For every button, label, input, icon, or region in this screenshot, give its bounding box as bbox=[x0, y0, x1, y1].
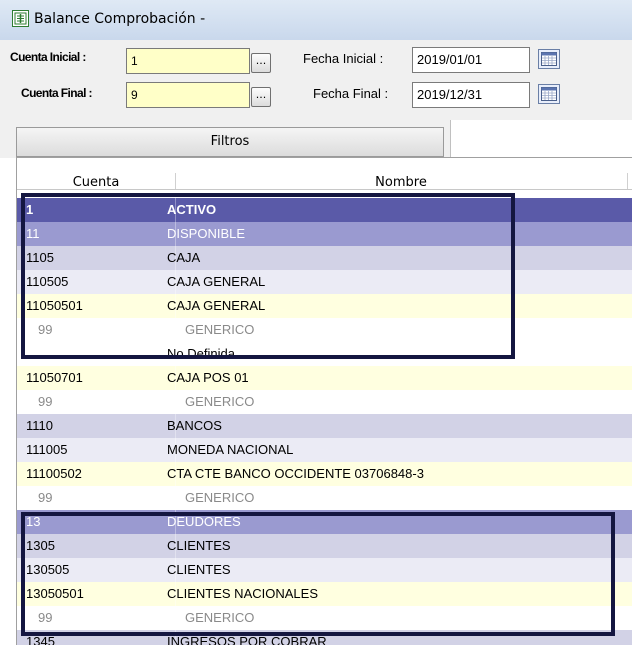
cell-cuenta: 99 bbox=[38, 322, 53, 337]
table-row[interactable]: 99 GENERICO bbox=[17, 486, 632, 510]
cuenta-final-label: Cuenta Final : bbox=[21, 86, 93, 100]
cell-cuenta: 1110 bbox=[26, 418, 53, 433]
fecha-final-calendar-icon[interactable] bbox=[538, 84, 560, 104]
table-row[interactable]: 1345 INGRESOS POR COBRAR bbox=[17, 630, 632, 645]
cell-cuenta: 130505 bbox=[26, 562, 70, 577]
table-row[interactable]: 1105 CAJA bbox=[17, 246, 632, 270]
cell-cuenta: 11050701 bbox=[26, 370, 83, 385]
table-row[interactable]: No Definida bbox=[17, 342, 632, 366]
column-separator[interactable] bbox=[627, 173, 628, 189]
table-row[interactable]: 11100502 CTA CTE BANCO OCCIDENTE 03706848… bbox=[17, 462, 632, 486]
cell-nombre: MONEDA NACIONAL bbox=[167, 442, 294, 457]
cell-nombre: CAJA POS 01 bbox=[167, 370, 249, 385]
cell-cuenta: 13 bbox=[26, 514, 41, 529]
tab-content-area bbox=[450, 120, 632, 158]
cell-nombre: No Definida bbox=[167, 346, 235, 361]
fecha-inicial-label: Fecha Inicial : bbox=[303, 51, 384, 66]
cell-nombre: GENERICO bbox=[185, 322, 255, 337]
cell-nombre: GENERICO bbox=[185, 490, 255, 505]
table-row[interactable]: 99 GENERICO bbox=[17, 318, 632, 342]
cell-nombre: CLIENTES bbox=[167, 538, 231, 553]
cell-cuenta: 11050501 bbox=[26, 298, 83, 313]
cell-cuenta: 99 bbox=[38, 610, 53, 625]
table-row[interactable]: 1110 BANCOS bbox=[17, 414, 632, 438]
cell-nombre: CLIENTES bbox=[167, 562, 231, 577]
title-bar: Balance Comprobación - bbox=[0, 0, 632, 40]
fecha-final-field[interactable]: 2019/12/31 bbox=[412, 82, 530, 108]
table-row[interactable]: 99 GENERICO bbox=[17, 390, 632, 414]
cell-nombre: CAJA GENERAL bbox=[167, 274, 266, 289]
cuenta-inicial-label: Cuenta Inicial : bbox=[10, 50, 86, 64]
cell-nombre: CAJA GENERAL bbox=[167, 298, 266, 313]
table-row[interactable]: 130505 CLIENTES bbox=[17, 558, 632, 582]
table-row[interactable]: 11 DISPONIBLE bbox=[17, 222, 632, 246]
cell-cuenta: 11100502 bbox=[26, 466, 82, 481]
tab-strip: Filtros bbox=[0, 120, 632, 158]
table-row[interactable]: 1 ACTIVO bbox=[17, 198, 632, 222]
table-row[interactable]: 11050701 CAJA POS 01 bbox=[17, 366, 632, 390]
column-header-cuenta[interactable]: Cuenta bbox=[17, 176, 175, 189]
cell-cuenta: 99 bbox=[38, 490, 53, 505]
cuenta-final-field[interactable]: 9 bbox=[126, 82, 250, 108]
table-row[interactable]: 13050501 CLIENTES NACIONALES bbox=[17, 582, 632, 606]
cell-cuenta: 110505 bbox=[26, 274, 69, 289]
balance-app-icon bbox=[12, 10, 29, 27]
cell-cuenta: 111005 bbox=[26, 442, 68, 457]
cell-cuenta: 1345 bbox=[26, 634, 55, 645]
cell-nombre: CAJA bbox=[167, 250, 201, 265]
cell-nombre: DISPONIBLE bbox=[167, 226, 246, 241]
tab-filtros[interactable]: Filtros bbox=[16, 127, 444, 157]
table-row[interactable]: 111005 MONEDA NACIONAL bbox=[17, 438, 632, 462]
cell-nombre: INGRESOS POR COBRAR bbox=[167, 634, 327, 645]
cell-cuenta: 13050501 bbox=[26, 586, 84, 601]
balance-grid[interactable]: Cuenta Nombre 1 ACTIVO 11 DISPONIBLE 1105 CAJ… bbox=[16, 157, 632, 645]
fecha-inicial-calendar-icon[interactable] bbox=[538, 49, 560, 69]
cuenta-final-lookup-button[interactable]: ... bbox=[251, 87, 271, 107]
cell-nombre: GENERICO bbox=[185, 394, 255, 409]
fecha-inicial-field[interactable]: 2019/01/01 bbox=[412, 47, 530, 73]
cell-cuenta: 99 bbox=[38, 394, 53, 409]
cell-cuenta: 1305 bbox=[26, 538, 55, 553]
cell-nombre: DEUDORES bbox=[167, 514, 241, 529]
cell-cuenta: 11 bbox=[26, 226, 40, 241]
table-row[interactable]: 99 GENERICO bbox=[17, 606, 632, 630]
cuenta-inicial-field[interactable]: 1 bbox=[126, 48, 250, 74]
table-row[interactable]: 11050501 CAJA GENERAL bbox=[17, 294, 632, 318]
cell-nombre: BANCOS bbox=[167, 418, 222, 433]
table-row[interactable]: 110505 CAJA GENERAL bbox=[17, 270, 632, 294]
cell-cuenta: 1105 bbox=[26, 250, 54, 265]
cuenta-inicial-lookup-button[interactable]: ... bbox=[251, 53, 271, 73]
column-header-nombre[interactable]: Nombre bbox=[175, 176, 627, 189]
cell-cuenta: 1 bbox=[26, 202, 34, 217]
cell-nombre: CLIENTES NACIONALES bbox=[167, 586, 318, 601]
fecha-final-label: Fecha Final : bbox=[313, 86, 389, 101]
cell-nombre: ACTIVO bbox=[167, 202, 217, 217]
table-row[interactable]: 13 DEUDORES bbox=[17, 510, 632, 534]
window-title: Balance Comprobación - bbox=[34, 11, 206, 27]
cell-cuenta bbox=[26, 342, 174, 366]
cell-nombre: CTA CTE BANCO OCCIDENTE 03706848-3 bbox=[167, 466, 424, 481]
parameters-panel: Cuenta Inicial : 1 ... Cuenta Final : 9 … bbox=[0, 40, 632, 120]
table-row[interactable]: 1305 CLIENTES bbox=[17, 534, 632, 558]
grid-header: Cuenta Nombre bbox=[17, 158, 632, 190]
cell-nombre: GENERICO bbox=[185, 610, 255, 625]
